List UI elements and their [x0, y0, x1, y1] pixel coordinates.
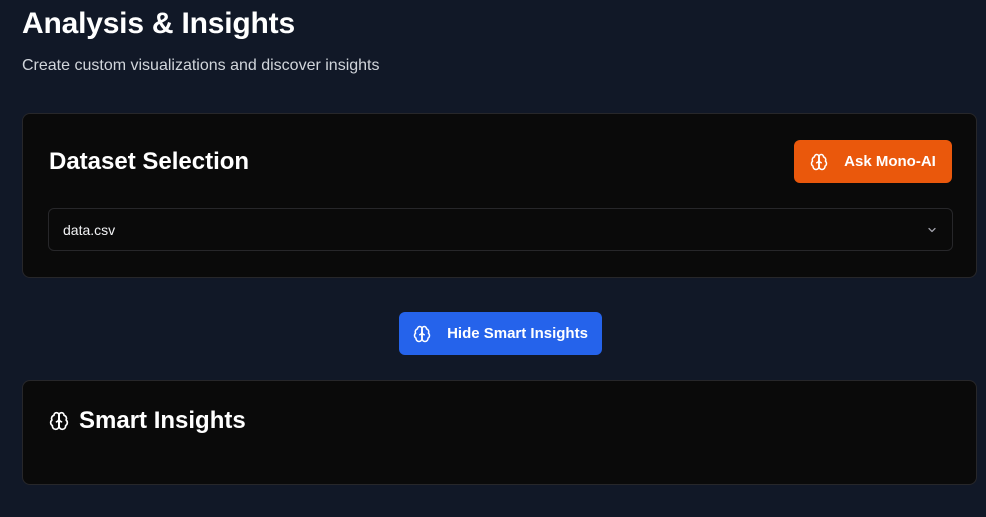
dataset-select-value: data.csv — [63, 221, 116, 238]
smart-insights-header: Smart Insights — [49, 407, 246, 435]
brain-icon — [49, 411, 69, 431]
page-title: Analysis & Insights — [22, 7, 295, 40]
ask-mono-ai-button[interactable]: Ask Mono-AI — [794, 140, 952, 183]
dataset-select[interactable]: data.csv — [48, 208, 953, 251]
analysis-page: Analysis & Insights Create custom visual… — [0, 0, 986, 517]
hide-smart-insights-label: Hide Smart Insights — [447, 325, 588, 342]
chevron-down-icon — [926, 224, 938, 236]
ask-mono-ai-label: Ask Mono-AI — [844, 153, 936, 170]
dataset-selection-card: Dataset Selection Ask Mono-AI data.csv — [22, 113, 977, 278]
dataset-selection-title: Dataset Selection — [49, 148, 250, 175]
smart-insights-title: Smart Insights — [79, 407, 246, 434]
hide-smart-insights-button[interactable]: Hide Smart Insights — [399, 312, 602, 355]
brain-icon — [810, 153, 828, 171]
smart-insights-card: Smart Insights — [22, 380, 977, 485]
page-subtitle: Create custom visualizations and discove… — [22, 57, 380, 74]
brain-icon — [413, 325, 431, 343]
